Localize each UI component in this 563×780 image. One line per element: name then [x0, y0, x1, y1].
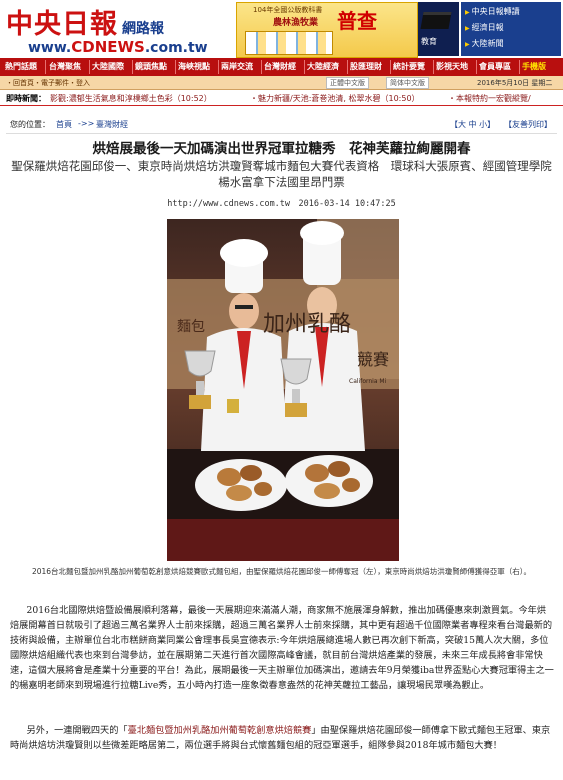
article-subheadline: 聖保羅烘焙花園邱俊一、東京時尚烘焙坊洪瓊賢奪城市麵包大賽代表資格 環球科大張原賓… — [11, 159, 552, 189]
header-link[interactable]: 經濟日報 — [465, 22, 504, 33]
nav-item[interactable]: 大陸國際 — [92, 61, 124, 72]
nav-item[interactable]: 股匯理財 — [350, 61, 382, 72]
font-size-control[interactable]: 【大 中 小】 — [450, 119, 495, 130]
ad-books-image — [245, 31, 333, 55]
header-link[interactable]: 中央日報轉讀 — [465, 6, 520, 17]
print-link[interactable]: 【友善列印】 — [504, 119, 552, 130]
article-photo: 麵包 加州乳酪 競賽 California Mi — [167, 219, 399, 561]
breadcrumb: 您的位置： 首頁 ->> 臺灣財經 【大 中 小】 【友善列印】 — [0, 117, 563, 131]
nav-item[interactable]: 海峽視點 — [178, 61, 210, 72]
nav-item[interactable]: 熱門話題 — [5, 61, 37, 72]
utility-links[interactable]: ・回首頁・電子郵件・登入 — [6, 78, 90, 88]
nav-divider — [175, 60, 176, 74]
photo-sign-main: 加州乳酪 — [263, 312, 351, 337]
simplified-chinese-button[interactable]: 简体中文版 — [386, 77, 429, 89]
ad2-text: 教育 — [421, 37, 437, 46]
graduation-cap-icon — [420, 12, 452, 29]
photo-caption: 2016台北麵包暨加州乳酪加州葡萄乾創意烘焙競賽歐式麵包組，由聖保羅烘焙花園邱俊… — [31, 567, 532, 576]
logo-title: 中央日報 — [6, 9, 118, 40]
census-ad-banner[interactable]: 104年全國公版教科書 農林漁牧業 普查 — [236, 2, 418, 58]
header-link[interactable]: 大陸新聞 — [465, 38, 504, 49]
paragraph-text: 另外，一連開戰四天的「 — [26, 725, 128, 736]
ticker-label: 即時新聞： — [6, 94, 46, 103]
photo-sign-top: 麵包 — [177, 319, 205, 335]
site-header: 中央日報 網路報 www.CDNEWS.com.tw 104年全國公版教科書 農林… — [0, 0, 563, 58]
current-date: 2016年5月10日 星期二 — [477, 79, 553, 87]
ad-big-text: 普查 — [337, 9, 377, 33]
chefs-photo-illustration: 麵包 加州乳酪 競賽 California Mi — [167, 219, 399, 561]
nav-divider — [390, 60, 391, 74]
ticker-item[interactable]: ・本報特約一宏觀縱覽/ — [448, 93, 531, 104]
breadcrumb-separator: ->> — [78, 119, 95, 128]
nav-divider — [347, 60, 348, 74]
nav-divider — [519, 60, 520, 74]
breadcrumb-section[interactable]: 臺灣財經 — [96, 119, 128, 130]
header-links-box: 中央日報轉讀 經濟日報 大陸新聞 — [461, 2, 561, 56]
ad-title: 農林漁牧業 — [273, 18, 319, 28]
nav-divider — [218, 60, 219, 74]
article-headline: 烘焙展最後一天加碼演出世界冠軍拉糖秀 花神芙蘿拉絢麗開春 — [92, 141, 471, 157]
article-paragraph: 2016台北國際烘焙暨設備展順利落幕，最後一天展期迎來滿滿人潮，商家無不施展渾身… — [10, 605, 554, 691]
photo-sign-small: California Mi — [349, 378, 387, 385]
nav-item[interactable]: 統計要覽 — [393, 61, 425, 72]
utility-bar: ・回首頁・電子郵件・登入 正體中文版 简体中文版 2016年5月10日 星期二 — [0, 76, 563, 90]
nav-item-mobile[interactable]: 手機版 — [522, 61, 546, 72]
nav-divider — [89, 60, 90, 74]
nav-item[interactable]: 台灣聚焦 — [49, 61, 81, 72]
logo-url-prefix: www. — [28, 40, 72, 56]
news-ticker: 即時新聞： 影觀:濃郁生活氣息和淳樸鄉土色彩（10:52） ・魅力新疆/天池:蒼… — [0, 90, 563, 106]
nav-divider — [433, 60, 434, 74]
breadcrumb-label: 您的位置： — [10, 120, 50, 129]
nav-item[interactable]: 台灣財經 — [264, 61, 296, 72]
logo-url-brand: CDNEWS — [71, 38, 145, 56]
logo-url: www.CDNEWS.com.tw — [28, 38, 208, 56]
site-logo[interactable]: 中央日報 網路報 — [6, 2, 164, 41]
article-paragraph: 另外，一連開戰四天的「臺北麵包暨加州乳酪加州葡萄乾創意烘焙競賽」由聖保羅烘焙花園… — [10, 723, 555, 753]
traditional-chinese-button[interactable]: 正體中文版 — [326, 77, 369, 89]
nav-item[interactable]: 兩岸交流 — [221, 61, 253, 72]
nav-divider — [132, 60, 133, 74]
nav-divider — [261, 60, 262, 74]
nav-divider — [304, 60, 305, 74]
ad-label: 104年全國公版教科書 — [253, 6, 323, 14]
article-meta: http://www.cdnews.com.tw 2016-03-14 10:4… — [167, 199, 396, 209]
main-nav: 熱門話題 台灣聚焦 大陸國際 鏡頭焦點 海峽視點 兩岸交流 台灣財經 大陸經濟 … — [0, 58, 563, 76]
education-ad-banner[interactable]: 教育 — [418, 2, 459, 56]
photo-sign-main2: 競賽 — [357, 350, 389, 369]
nav-divider — [476, 60, 477, 74]
nav-divider — [45, 60, 46, 74]
ticker-item[interactable]: 影觀:濃郁生活氣息和淳樸鄉土色彩（10:52） — [50, 93, 212, 104]
logo-url-suffix: .com.tw — [144, 40, 208, 56]
ticker-item[interactable]: ・魅力新疆/天池:蒼巻池清, 松翠水碧（10:50） — [250, 93, 420, 104]
logo-sub: 網路報 — [122, 21, 164, 37]
breadcrumb-home[interactable]: 首頁 — [56, 119, 72, 130]
nav-item[interactable]: 會員專區 — [479, 61, 511, 72]
nav-item[interactable]: 鏡頭焦點 — [135, 61, 167, 72]
competition-link[interactable]: 臺北麵包暨加州乳酪加州葡萄乾創意烘焙競賽 — [128, 725, 312, 736]
nav-item[interactable]: 影視天地 — [436, 61, 468, 72]
header-divider — [6, 133, 557, 134]
nav-item[interactable]: 大陸經濟 — [307, 61, 339, 72]
